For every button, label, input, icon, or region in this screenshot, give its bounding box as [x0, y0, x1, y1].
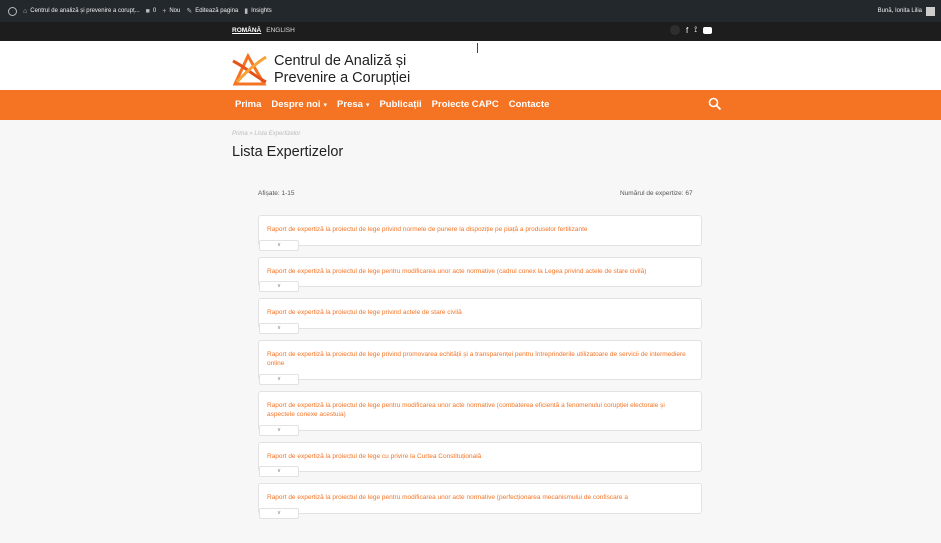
- nav-item[interactable]: Despre noi ▾: [271, 99, 327, 110]
- report-link[interactable]: Raport de expertiză la proiectul de lege…: [267, 267, 693, 277]
- report-link[interactable]: Raport de expertiză la proiectul de lege…: [267, 401, 693, 420]
- language-switcher: ROMÂNĂ ENGLISH: [232, 27, 295, 34]
- report-link[interactable]: Raport de expertiză la proiectul de lege…: [267, 452, 693, 462]
- youtube-icon[interactable]: [703, 26, 713, 34]
- report-card: Raport de expertiză la proiectul de lege…: [258, 441, 702, 477]
- site-brand[interactable]: Centrul de Analiză și Prevenire a Corupț…: [274, 53, 410, 87]
- nav-item-label: Presa: [337, 99, 363, 110]
- bar-chart-icon: ▮: [244, 8, 249, 15]
- report-list: Raport de expertiză la proiectul de lege…: [258, 215, 702, 525]
- nav-item[interactable]: Proiecte CAPC: [432, 99, 499, 110]
- brand-line-2: Prevenire a Corupției: [274, 70, 411, 86]
- main-content: Prima » Lista Expertizelor Lista Experti…: [0, 120, 941, 543]
- report-card: Raport de expertiză la proiectul de lege…: [258, 339, 702, 385]
- nav-item[interactable]: Contacte: [509, 99, 550, 110]
- report-link[interactable]: Raport de expertiză la proiectul de lege…: [267, 493, 693, 503]
- avatar: [926, 6, 935, 16]
- site-header: Centrul de Analiză și Prevenire a Corupț…: [0, 41, 941, 90]
- report-card: Raport de expertiză la proiectul de lege…: [258, 215, 702, 251]
- nav-item-label: Contacte: [508, 99, 550, 110]
- admin-comments-link[interactable]: ■ 0: [146, 8, 157, 15]
- lang-ro-link[interactable]: ROMÂNĂ: [232, 27, 261, 34]
- nav-item-label: Proiecte CAPC: [431, 99, 499, 110]
- admin-edit-link[interactable]: ✎ Editează pagina: [186, 7, 238, 15]
- expand-toggle-button[interactable]: ∨: [259, 373, 299, 385]
- text-cursor: [477, 43, 478, 53]
- results-shown: Afișate: 1-15: [258, 190, 295, 197]
- page-title: Lista Expertizelor: [232, 144, 344, 160]
- expand-toggle-button[interactable]: ∨: [259, 466, 299, 477]
- admin-site-link[interactable]: ⌂ Centrul de analiză și prevenire a coru…: [23, 8, 140, 15]
- chevron-down-icon: ▾: [323, 102, 328, 109]
- facebook-icon[interactable]: f: [686, 26, 688, 35]
- report-card: Raport de expertiză la proiectul de lege…: [258, 298, 702, 334]
- admin-bar: ⌂ Centrul de analiză și prevenire a coru…: [0, 0, 941, 22]
- admin-greeting: Bună, Ionita Lilia: [877, 8, 922, 14]
- capc-logo-icon[interactable]: [231, 53, 268, 86]
- circle-icon: [670, 25, 680, 35]
- expand-toggle-button[interactable]: ∨: [259, 424, 299, 436]
- admin-comments-count: 0: [152, 8, 157, 14]
- expand-toggle-button[interactable]: ∨: [259, 281, 299, 292]
- report-card: Raport de expertiză la proiectul de lege…: [258, 256, 702, 292]
- social-links: f ⟟: [670, 25, 713, 35]
- pencil-icon: ✎: [186, 8, 193, 15]
- top-bar: ROMÂNĂ ENGLISH f ⟟: [0, 22, 941, 41]
- expand-toggle-button[interactable]: ∨: [259, 239, 299, 251]
- nav-item[interactable]: Presa ▾: [337, 99, 369, 110]
- nav-menu: Prima Despre noi ▾ Presa ▾ Publicații Proiecte…: [235, 99, 549, 110]
- breadcrumb: Prima » Lista Expertizelor: [232, 131, 301, 137]
- admin-insights-link[interactable]: ▮ Insights: [244, 7, 272, 15]
- brand-line-1: Centrul de Analiză și: [274, 53, 407, 69]
- report-card: Raport de expertiză la proiectul de lege…: [258, 483, 702, 519]
- lang-en-link[interactable]: ENGLISH: [266, 27, 295, 34]
- nav-item-label: Publicații: [379, 99, 422, 110]
- nav-item[interactable]: Publicații: [379, 99, 421, 110]
- nav-item[interactable]: Prima: [235, 99, 261, 110]
- admin-edit-label: Editează pagina: [195, 8, 239, 14]
- admin-account[interactable]: Bună, Ionita Lilia: [878, 0, 935, 22]
- admin-insights-label: Insights: [251, 8, 272, 14]
- rss-icon[interactable]: ⟟: [694, 25, 697, 35]
- search-icon[interactable]: [708, 97, 722, 111]
- chevron-down-icon: ▾: [365, 102, 370, 109]
- nav-item-label: Despre noi: [271, 99, 321, 110]
- admin-new-label: Nou: [169, 8, 181, 14]
- admin-site-name: Centrul de analiză și prevenire a corupț…: [30, 8, 140, 14]
- plus-icon: +: [162, 7, 167, 15]
- expand-toggle-button[interactable]: ∨: [259, 322, 299, 334]
- report-link[interactable]: Raport de expertiză la proiectul de lege…: [267, 225, 693, 235]
- expand-toggle-button[interactable]: ∨: [259, 507, 299, 519]
- nav-item-label: Prima: [235, 99, 262, 110]
- admin-new-link[interactable]: + Nou: [162, 8, 180, 15]
- results-total: Numărul de expertize: 67: [620, 190, 693, 197]
- wordpress-icon[interactable]: [8, 6, 17, 16]
- home-icon: ⌂: [23, 7, 28, 15]
- report-link[interactable]: Raport de expertiză la proiectul de lege…: [267, 350, 693, 369]
- comment-icon: ■: [145, 7, 150, 15]
- main-nav: Prima Despre noi ▾ Presa ▾ Publicații Proiecte…: [0, 90, 941, 120]
- report-card: Raport de expertiză la proiectul de lege…: [258, 390, 702, 436]
- report-link[interactable]: Raport de expertiză la proiectul de lege…: [267, 308, 693, 318]
